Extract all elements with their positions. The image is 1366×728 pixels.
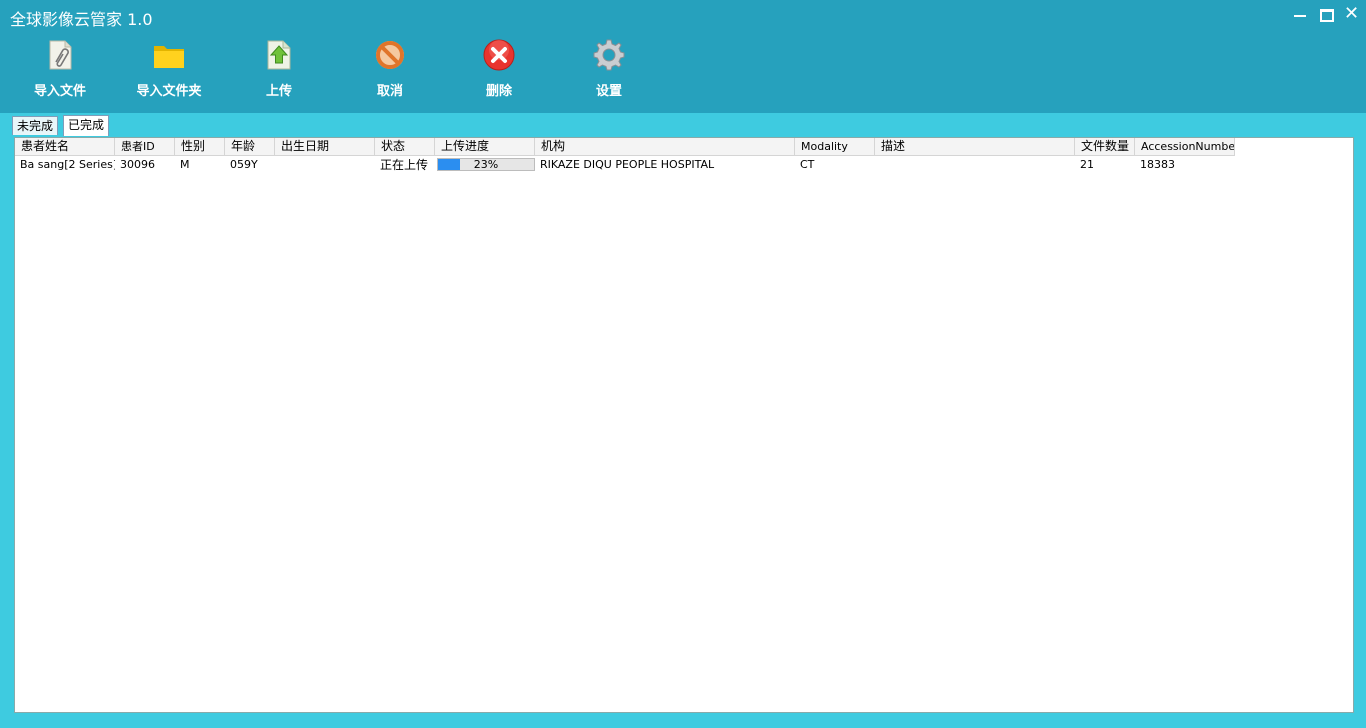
cell-modality: CT bbox=[800, 158, 815, 171]
maximize-button[interactable] bbox=[1313, 2, 1339, 28]
maximize-icon bbox=[1320, 9, 1334, 22]
upload-progress-text: 23% bbox=[473, 158, 499, 171]
upload-list[interactable]: 患者姓名 患者ID 性别 年龄 出生日期 状态 上传进度 机构 Modality… bbox=[14, 137, 1354, 713]
import-file-button[interactable]: 导入文件 bbox=[10, 38, 110, 104]
cell-gender: M bbox=[180, 158, 190, 171]
upload-progress-bar: 23% bbox=[437, 158, 535, 171]
column-header-institution[interactable]: 机构 bbox=[535, 138, 795, 155]
folder-icon bbox=[154, 46, 184, 68]
import-folder-button[interactable]: 导入文件夹 bbox=[119, 38, 219, 104]
column-header-patient-name[interactable]: 患者姓名 bbox=[15, 138, 115, 155]
gear-icon bbox=[593, 39, 625, 71]
list-header: 患者姓名 患者ID 性别 年龄 出生日期 状态 上传进度 机构 Modality… bbox=[15, 138, 1235, 156]
cell-age: 059Y bbox=[230, 158, 258, 171]
settings-label: 设置 bbox=[595, 84, 622, 99]
import-file-label: 导入文件 bbox=[33, 84, 86, 99]
column-header-description[interactable]: 描述 bbox=[875, 138, 1075, 155]
column-header-accession-number[interactable]: AccessionNumber bbox=[1135, 138, 1235, 155]
cell-description bbox=[875, 156, 1075, 174]
minimize-icon bbox=[1294, 15, 1306, 17]
cell-birth-date bbox=[275, 156, 375, 174]
delete-button[interactable]: 删除 bbox=[449, 38, 549, 104]
settings-button[interactable]: 设置 bbox=[559, 38, 659, 104]
cell-file-count: 21 bbox=[1080, 158, 1094, 171]
column-header-upload-progress[interactable]: 上传进度 bbox=[435, 138, 535, 155]
app-title: 全球影像云管家 1.0 bbox=[10, 10, 153, 29]
paperclip-document-icon bbox=[49, 40, 72, 70]
delete-label: 删除 bbox=[485, 84, 512, 99]
cell-accession-number: 18383 bbox=[1140, 158, 1175, 171]
import-folder-label: 导入文件夹 bbox=[136, 84, 202, 99]
title-bar: 全球影像云管家 1.0 ✕ 导入文件 导入文件夹 上传 取消 删除 设置 bbox=[0, 0, 1366, 113]
close-icon: ✕ bbox=[1344, 3, 1360, 24]
tab-incomplete[interactable]: 未完成 bbox=[12, 116, 59, 135]
cancel-button[interactable]: 取消 bbox=[340, 38, 440, 104]
tab-completed[interactable]: 已完成 bbox=[63, 115, 110, 136]
column-header-birth-date[interactable]: 出生日期 bbox=[275, 138, 375, 155]
table-row[interactable]: Ba sang[2 Series] 30096 M 059Y 正在上传 23% … bbox=[15, 156, 1353, 174]
cell-patient-id: 30096 bbox=[120, 158, 155, 171]
prohibit-icon bbox=[376, 41, 404, 69]
upload-arrow-icon bbox=[267, 40, 291, 70]
column-header-modality[interactable]: Modality bbox=[795, 138, 875, 155]
minimize-button[interactable] bbox=[1286, 2, 1312, 28]
column-header-status[interactable]: 状态 bbox=[375, 138, 435, 155]
delete-x-icon bbox=[483, 39, 515, 71]
upload-label: 上传 bbox=[265, 84, 292, 99]
cell-institution: RIKAZE DIQU PEOPLE HOSPITAL bbox=[540, 158, 715, 171]
cell-patient-name: Ba sang[2 Series] bbox=[20, 158, 115, 171]
upload-button[interactable]: 上传 bbox=[229, 38, 329, 104]
close-button[interactable]: ✕ bbox=[1339, 2, 1365, 28]
column-header-age[interactable]: 年龄 bbox=[225, 138, 275, 155]
column-header-patient-id[interactable]: 患者ID bbox=[115, 138, 175, 155]
cancel-label: 取消 bbox=[376, 84, 403, 99]
cell-status: 正在上传 bbox=[380, 158, 429, 172]
column-header-gender[interactable]: 性别 bbox=[175, 138, 225, 155]
column-header-file-count[interactable]: 文件数量 bbox=[1075, 138, 1135, 155]
